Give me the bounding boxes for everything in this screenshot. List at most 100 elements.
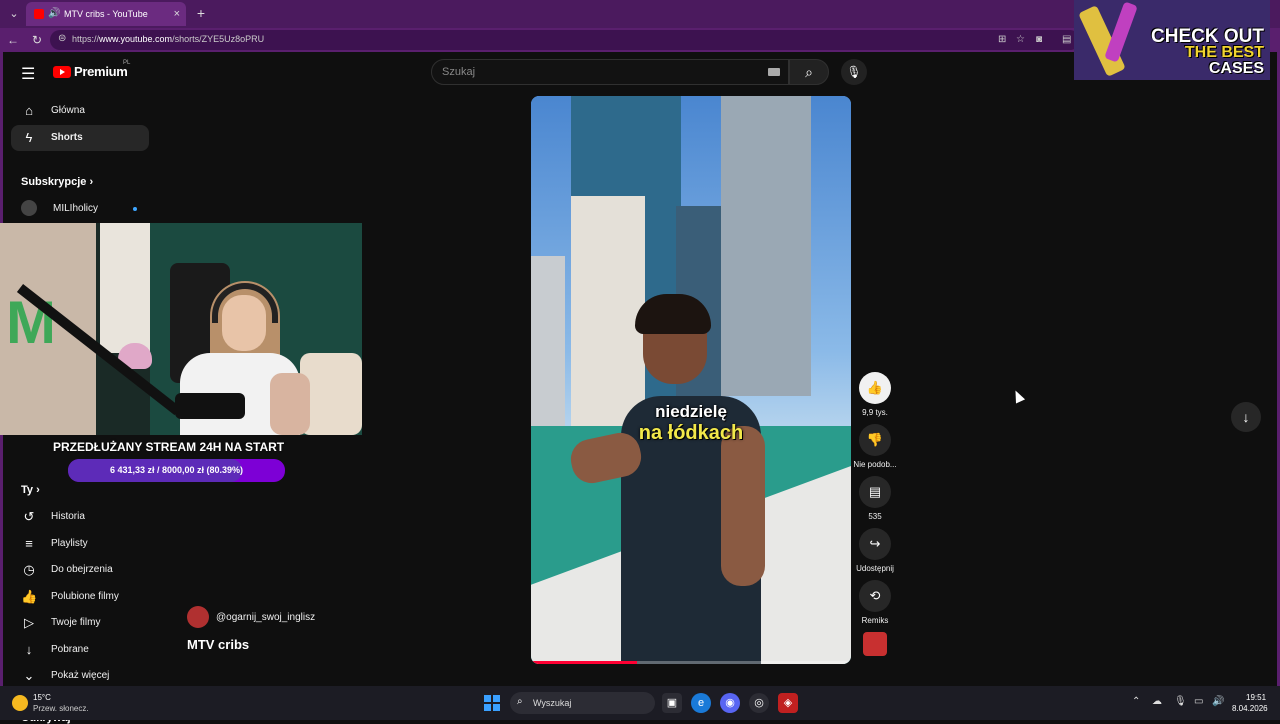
tray-overflow-icon[interactable]: ⌃: [1132, 696, 1140, 707]
video-title[interactable]: MTV cribs: [187, 637, 249, 652]
taskbar-search[interactable]: ⌕ Wyszukaj: [510, 692, 655, 714]
apps-icon[interactable]: ⊞: [998, 34, 1006, 45]
sidebar-item-label: Twoje filmy: [51, 617, 101, 628]
short-video-player[interactable]: niedzielę na łódkach: [531, 96, 851, 664]
new-tab-button[interactable]: +: [192, 4, 210, 22]
video-caption-line2: na łódkach: [638, 422, 744, 444]
tab-close-icon[interactable]: ×: [174, 2, 180, 26]
weather-temperature[interactable]: 15°C: [33, 693, 51, 702]
your-videos-icon: ▷: [24, 615, 34, 630]
edge-browser-icon[interactable]: e: [691, 693, 711, 713]
chevron-down-icon: ⌄: [23, 668, 35, 683]
sun-icon[interactable]: [12, 695, 28, 711]
hamburger-menu-icon[interactable]: ☰: [21, 64, 35, 84]
windows-logo-icon: [484, 704, 491, 711]
microphone-icon: [175, 393, 245, 419]
sidebar-item-watch-later[interactable]: ◷ Do obejrzenia: [11, 557, 149, 583]
weather-description[interactable]: Przew. słonecz.: [33, 704, 89, 713]
sidebar-item-playlists[interactable]: ≡ Playlisty: [11, 531, 149, 557]
clock-time[interactable]: 19:51: [1246, 693, 1266, 702]
ad-line-3: CASES: [1208, 60, 1264, 77]
back-button[interactable]: ←: [4, 31, 22, 49]
search-placeholder: Szukaj: [442, 66, 476, 78]
like-action: 👍 9,9 tys.: [853, 372, 897, 417]
video-progress-fill: [531, 661, 637, 664]
channel-name[interactable]: @ogarnij_swoj_inglisz: [216, 612, 315, 623]
logo-country: PL: [123, 60, 131, 66]
sidebar-item-label: Polubione filmy: [51, 591, 119, 602]
sidebar-item-your-videos[interactable]: ▷ Twoje filmy: [11, 610, 149, 636]
tab-menu-chevron-icon[interactable]: ⌄: [4, 4, 24, 24]
discord-icon[interactable]: ◉: [720, 693, 740, 713]
thumbs-up-icon: 👍: [866, 380, 884, 395]
play-triangle-icon: [60, 69, 65, 75]
search-button[interactable]: ⌕: [789, 59, 829, 85]
voice-search-button[interactable]: 🎙: [841, 59, 867, 85]
extension-icon[interactable]: ◙: [1036, 34, 1042, 45]
new-content-dot: [133, 207, 137, 211]
cases-ad-banner[interactable]: CHECK OUT THE BEST CASES: [1074, 0, 1270, 80]
video-building: [721, 96, 811, 396]
like-button[interactable]: 👍: [859, 372, 891, 404]
playlist-icon: ≡: [25, 536, 33, 551]
url-prefix: https://: [72, 34, 100, 44]
stream-title: PRZEDŁUŻANY STREAM 24H NA START: [53, 440, 285, 454]
video-progress-bar[interactable]: [531, 661, 851, 664]
sidebar-item-label: Historia: [51, 511, 85, 522]
cloud-icon[interactable]: ☁: [1152, 696, 1162, 707]
windows-logo-icon: [493, 704, 500, 711]
like-icon: 👍: [21, 589, 38, 604]
network-icon[interactable]: ▭: [1194, 696, 1203, 707]
favorite-star-icon[interactable]: ☆: [1016, 34, 1025, 45]
video-building: [571, 196, 645, 426]
webcam-window: [100, 223, 150, 353]
search-input[interactable]: Szukaj: [431, 59, 789, 85]
volume-icon[interactable]: 🔊: [1212, 696, 1224, 707]
sidebar-item-home[interactable]: ⌂ Główna: [11, 98, 149, 124]
comments-button[interactable]: ▤: [859, 476, 891, 508]
you-heading[interactable]: Ty ›: [21, 484, 40, 496]
sound-channel-avatar[interactable]: [863, 632, 887, 656]
avatar[interactable]: [187, 606, 209, 628]
url-path: /shorts/ZYE5Uz8oPRU: [172, 34, 265, 44]
sidebar-item-label: Pobrane: [51, 644, 89, 655]
donation-goal-bar: 6 431,33 zł / 8000,00 zł (80.39%): [68, 459, 285, 482]
tab-active[interactable]: 🔊 MTV cribs - YouTube ×: [26, 2, 186, 26]
subscriptions-heading[interactable]: Subskrypcje ›: [21, 176, 93, 188]
download-icon: ↓: [25, 642, 33, 657]
sidebar-item-shorts[interactable]: ϟ Shorts: [11, 125, 149, 151]
dislike-button[interactable]: 👎: [859, 424, 891, 456]
sidebar-item-downloads[interactable]: ↓ Pobrane: [11, 637, 149, 663]
browser-window: ⌄ 🔊 MTV cribs - YouTube × + – □ × ← ↻ ⊜ …: [0, 0, 1280, 724]
share-button[interactable]: ↪: [859, 528, 891, 560]
remix-icon: ⟲: [869, 588, 881, 603]
task-view-icon[interactable]: ▣: [662, 693, 682, 713]
sidebar-toggle-icon[interactable]: ▤: [1062, 34, 1071, 45]
like-count: 9,9 tys.: [862, 408, 888, 417]
search-icon: ⌕: [805, 64, 813, 80]
subscription-channel[interactable]: MILIholicy: [53, 203, 98, 214]
webcam-overlay: M: [0, 223, 362, 435]
comments-count: 535: [868, 512, 882, 521]
site-info-icon[interactable]: ⊜: [58, 33, 66, 44]
app-icon[interactable]: ◎: [749, 693, 769, 713]
reload-button[interactable]: ↻: [28, 31, 46, 49]
windows-logo-icon: [484, 695, 491, 702]
sidebar-item-liked[interactable]: 👍 Polubione filmy: [11, 584, 149, 610]
start-button[interactable]: [484, 695, 500, 711]
windows-taskbar: 15°C Przew. słonecz. ⌕ Wyszukaj ▣ e ◉ ◎ …: [0, 686, 1280, 720]
sidebar-item-label: Shorts: [51, 132, 83, 143]
microphone-icon[interactable]: 🎙: [1174, 696, 1187, 707]
clock-date[interactable]: 8.04.2026: [1232, 704, 1268, 713]
speaker-icon[interactable]: 🔊: [48, 2, 60, 26]
youtube-favicon-icon: [34, 9, 44, 19]
mouse-cursor: [1010, 388, 1026, 404]
microphone-icon: 🎙: [846, 65, 862, 79]
next-short-button[interactable]: ↓: [1231, 402, 1261, 432]
shield-app-icon[interactable]: ◈: [778, 693, 798, 713]
url-field[interactable]: ⊜ https://www.youtube.com/shorts/ZYE5Uz8…: [50, 30, 1080, 50]
remix-button[interactable]: ⟲: [859, 580, 891, 612]
keyboard-icon[interactable]: [768, 68, 780, 76]
sidebar-item-history[interactable]: ↺ Historia: [11, 504, 149, 530]
share-action: ↪ Udostępnij: [853, 528, 897, 573]
